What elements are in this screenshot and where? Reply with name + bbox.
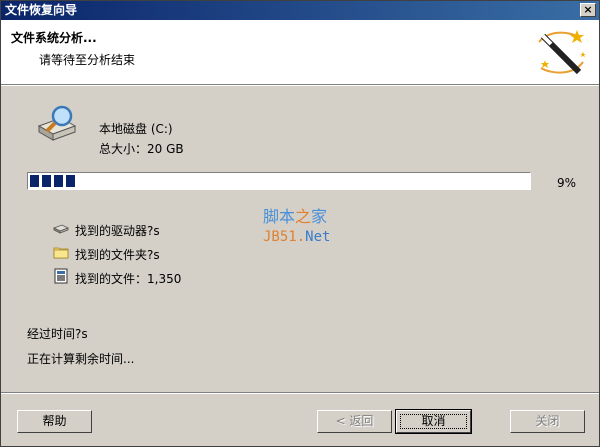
window-title: 文件恢复向导 bbox=[5, 3, 78, 17]
magic-wand-icon bbox=[538, 30, 586, 75]
close-window-button[interactable]: × bbox=[580, 3, 596, 17]
drive-total-size: 总大小：20 GB bbox=[99, 142, 184, 156]
drive-icon bbox=[53, 224, 69, 234]
folder-icon bbox=[53, 247, 69, 259]
watermark-line2: JB51.Net bbox=[263, 229, 331, 245]
progress-fill bbox=[29, 174, 77, 188]
watermark-line1: 脚本之家 bbox=[263, 207, 328, 226]
progress-segment bbox=[54, 175, 63, 187]
help-button[interactable]: 帮助 bbox=[17, 410, 92, 433]
cancel-button[interactable]: 取消 bbox=[395, 409, 472, 434]
file-icon bbox=[54, 268, 68, 284]
footer-divider bbox=[1, 392, 599, 394]
progress-percent: 9% bbox=[557, 176, 577, 190]
title-bar[interactable]: 文件恢复向导 × bbox=[1, 1, 599, 20]
analysis-progress-bar bbox=[27, 172, 531, 190]
remaining-time: 正在计算剩余时间... bbox=[27, 352, 135, 366]
hard-drive-magnifier-icon bbox=[37, 105, 77, 141]
found-drives-label: 找到的驱动器?s bbox=[75, 224, 160, 238]
progress-segment bbox=[30, 175, 39, 187]
wizard-header: 文件系统分析... 请等待至分析结束 bbox=[1, 20, 599, 85]
back-button[interactable]: < 返回 bbox=[317, 410, 392, 433]
step-title: 文件系统分析... bbox=[11, 31, 97, 45]
site-watermark: 脚本之家 JB51.Net bbox=[263, 203, 330, 245]
progress-segment bbox=[42, 175, 51, 187]
elapsed-time: 经过时间?s bbox=[27, 327, 88, 341]
recovery-wizard-window: 文件恢复向导 × 文件系统分析... 请等待至分析结束 本地磁盘 (C:) 总大… bbox=[0, 0, 600, 447]
found-files-label: 找到的文件：1,350 bbox=[75, 272, 182, 286]
progress-segment bbox=[66, 175, 75, 187]
step-subtitle: 请等待至分析结束 bbox=[39, 53, 136, 67]
close-button[interactable]: 关闭 bbox=[510, 410, 585, 433]
drive-name: 本地磁盘 (C:) bbox=[99, 122, 173, 136]
found-folders-label: 找到的文件夹?s bbox=[75, 248, 160, 262]
